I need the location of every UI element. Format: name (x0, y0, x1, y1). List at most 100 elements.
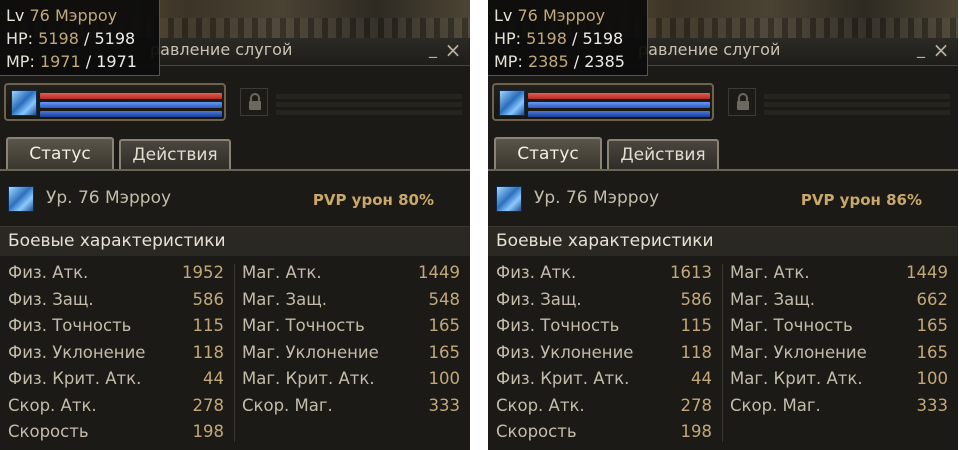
tab-status[interactable]: Статус (494, 137, 602, 169)
stat-row-right: Маг. Защ. 662 (730, 287, 948, 313)
hp-separator: / (83, 29, 90, 48)
servant-status-bars (40, 93, 222, 120)
minimize-button[interactable]: _ (913, 38, 929, 62)
stat-row-left: Физ. Крит. Атк. 44 (8, 366, 224, 392)
minimize-button[interactable]: _ (425, 38, 441, 62)
tab-actions[interactable]: Действия (119, 139, 231, 169)
tab-status[interactable]: Статус (6, 137, 114, 169)
lock-icon (240, 88, 268, 116)
stat-row-left: Физ. Крит. Атк. 44 (496, 366, 712, 392)
stat-label: Физ. Защ. (496, 289, 582, 309)
stat-label: Скорость (8, 422, 89, 441)
stat-value: 1449 (418, 263, 460, 282)
servant-name-row: Ур. 76 Мэрроу PVP урон 86% (488, 176, 958, 224)
stats-column-divider (234, 264, 235, 442)
tab-actions[interactable]: Действия (607, 139, 719, 169)
stat-label: Физ. Уклонение (496, 342, 634, 362)
stat-label: Маг. Защ. (730, 289, 815, 309)
servant-status-bars (528, 93, 710, 120)
servant-name: Мэрроу (54, 6, 118, 25)
mp-max: 1971 (96, 52, 137, 71)
stat-label: Маг. Точность (242, 316, 365, 335)
mp-current: 1971 (39, 52, 81, 71)
servant-class-icon (496, 186, 522, 212)
stat-row-right: Маг. Атк. 1449 (242, 260, 460, 286)
stat-label: Физ. Защ. (8, 289, 94, 309)
stats-column-divider (722, 264, 723, 442)
stat-label: Маг. Точность (730, 316, 853, 335)
stat-value: 118 (680, 342, 713, 362)
stat-row-left: Физ. Точность 115 (496, 313, 712, 339)
tab-underline (0, 169, 470, 171)
target-info-tooltip: Lv 76 Мэрроу HP: 5198 / 5198 MP: 2385 / … (488, 0, 648, 76)
stat-label: Маг. Крит. Атк. (242, 369, 375, 388)
stat-row-left: Физ. Уклонение 118 (496, 340, 712, 366)
stat-row-left: Скорость 198 (8, 419, 224, 445)
stat-row-right: Маг. Уклонение 165 (730, 340, 948, 366)
servant-portrait-icon[interactable] (11, 90, 37, 116)
stat-value: 115 (680, 316, 713, 335)
stat-row-right: Маг. Крит. Атк. 100 (242, 366, 460, 392)
stat-value: 44 (203, 369, 224, 388)
stat-row-left: Физ. Точность 115 (8, 313, 224, 339)
window-title: равление слугой (150, 40, 293, 59)
stat-value: 278 (192, 395, 225, 415)
servant-slot-locked (240, 86, 462, 118)
stat-value: 333 (428, 395, 461, 415)
servant-name: Мэрроу (542, 6, 606, 25)
close-button[interactable]: × (444, 38, 462, 62)
stat-row-left: Скор. Атк. 278 (8, 393, 224, 419)
servant-class-icon (8, 186, 34, 212)
close-button[interactable]: × (932, 38, 950, 62)
servant-portrait-icon[interactable] (499, 90, 525, 116)
stat-label: Физ. Крит. Атк. (8, 369, 142, 388)
stat-value: 1449 (906, 263, 948, 282)
combat-stats-header: Боевые характеристики (488, 226, 958, 256)
hp-bar (528, 93, 710, 99)
stat-row-left: Физ. Атк. 1952 (8, 260, 224, 286)
stat-row-left: Физ. Защ. 586 (8, 287, 224, 313)
tooltip-mp-row: MP: 1971 / 1971 (6, 50, 159, 73)
combat-stats-title: Боевые характеристики (496, 231, 714, 251)
pvp-damage: PVP урон 86% (800, 191, 922, 209)
combat-stats-header: Боевые характеристики (0, 226, 470, 256)
stat-value: 44 (691, 369, 712, 388)
stat-value: 198 (680, 422, 713, 441)
tooltip-level-row: Lv 76 Мэрроу (6, 4, 159, 27)
tooltip-hp-row: HP: 5198 / 5198 (494, 27, 647, 50)
stat-row-right: Скор. Маг. 333 (242, 393, 460, 419)
stat-label: Маг. Атк. (242, 263, 322, 282)
stat-row-left: Скорость 198 (496, 419, 712, 445)
mp-bar (40, 102, 222, 108)
cp-bar (40, 111, 222, 117)
mp-label: MP: (494, 52, 523, 71)
stat-label: Скор. Атк. (496, 395, 585, 415)
stat-label: Скорость (496, 422, 577, 441)
servant-slot-active[interactable] (4, 83, 226, 121)
stat-value: 586 (192, 289, 225, 309)
level-label: Lv (494, 6, 513, 25)
mp-current: 2385 (527, 52, 569, 71)
stat-value: 100 (916, 369, 949, 388)
hp-label: HP: (6, 29, 34, 48)
stat-label: Маг. Крит. Атк. (730, 369, 863, 388)
stat-value: 586 (680, 289, 713, 309)
servant-slot-active[interactable] (492, 83, 714, 121)
stat-value: 278 (680, 395, 713, 415)
stat-value: 548 (428, 289, 461, 309)
mp-label: MP: (6, 52, 35, 71)
stat-row-right: Маг. Точность 165 (242, 313, 460, 339)
lock-icon (728, 88, 756, 116)
stat-row-right: Маг. Атк. 1449 (730, 260, 948, 286)
mp-bar (528, 102, 710, 108)
servant-name-row: Ур. 76 Мэрроу PVP урон 80% (0, 176, 470, 224)
stat-label: Физ. Атк. (8, 263, 89, 282)
stat-label: Физ. Атк. (496, 263, 577, 282)
hp-separator: / (571, 29, 578, 48)
stat-value: 165 (916, 342, 949, 362)
stat-value: 165 (916, 316, 949, 335)
level-value: 76 (29, 6, 50, 25)
stat-label: Скор. Маг. (730, 395, 821, 415)
stat-row-right: Скор. Маг. 333 (730, 393, 948, 419)
stat-label: Физ. Точность (8, 316, 132, 335)
